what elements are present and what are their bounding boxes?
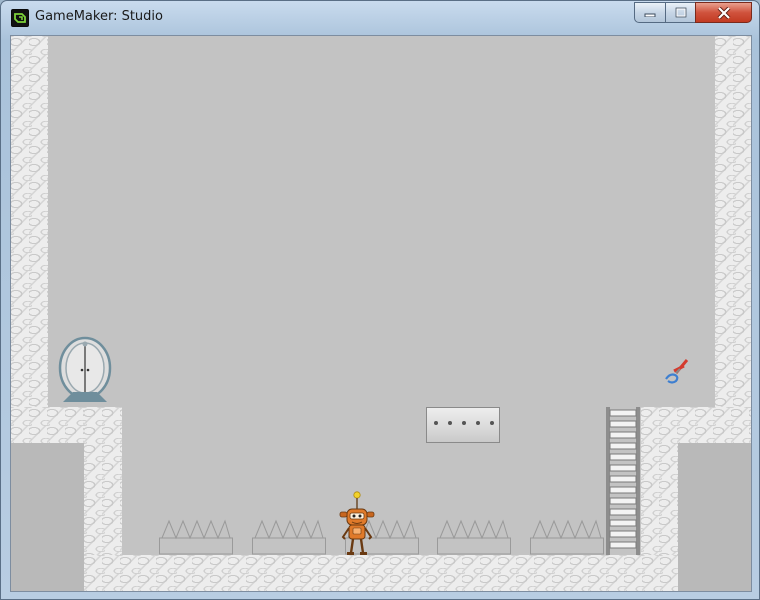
stone-floor [84,555,678,591]
gamemaker-logo-icon [11,9,29,27]
spike-trap [437,519,511,560]
minimize-icon [644,13,656,17]
wire-cutter-pickup[interactable] [662,355,692,385]
robot-player[interactable] [337,491,377,557]
ladder-icon [606,407,640,555]
metal-ladder[interactable] [605,407,641,555]
robot-player-sprite [339,491,375,555]
maximize-icon [675,7,686,18]
close-icon [717,6,730,19]
lower-left-backdrop [11,443,84,591]
right-stone-wall [715,36,751,443]
title-bar[interactable]: GameMaker: Studio [1,1,759,33]
window-title: GameMaker: Studio [35,9,163,24]
game-viewport[interactable] [10,35,752,592]
exit-door-icon [58,336,112,402]
maximize-button[interactable] [665,2,696,23]
wire-cutter-icon [665,359,689,384]
exit-door[interactable] [55,336,115,404]
close-button[interactable] [695,2,752,23]
game-window: GameMaker: Studio [0,0,760,600]
floating-metal-platform[interactable] [426,407,500,443]
spike-trap [159,519,233,560]
lower-right-backdrop [678,443,751,591]
spike-trap [530,519,604,560]
spike-trap [252,519,326,560]
left-stone-wall [11,36,48,443]
minimize-button[interactable] [634,2,666,23]
